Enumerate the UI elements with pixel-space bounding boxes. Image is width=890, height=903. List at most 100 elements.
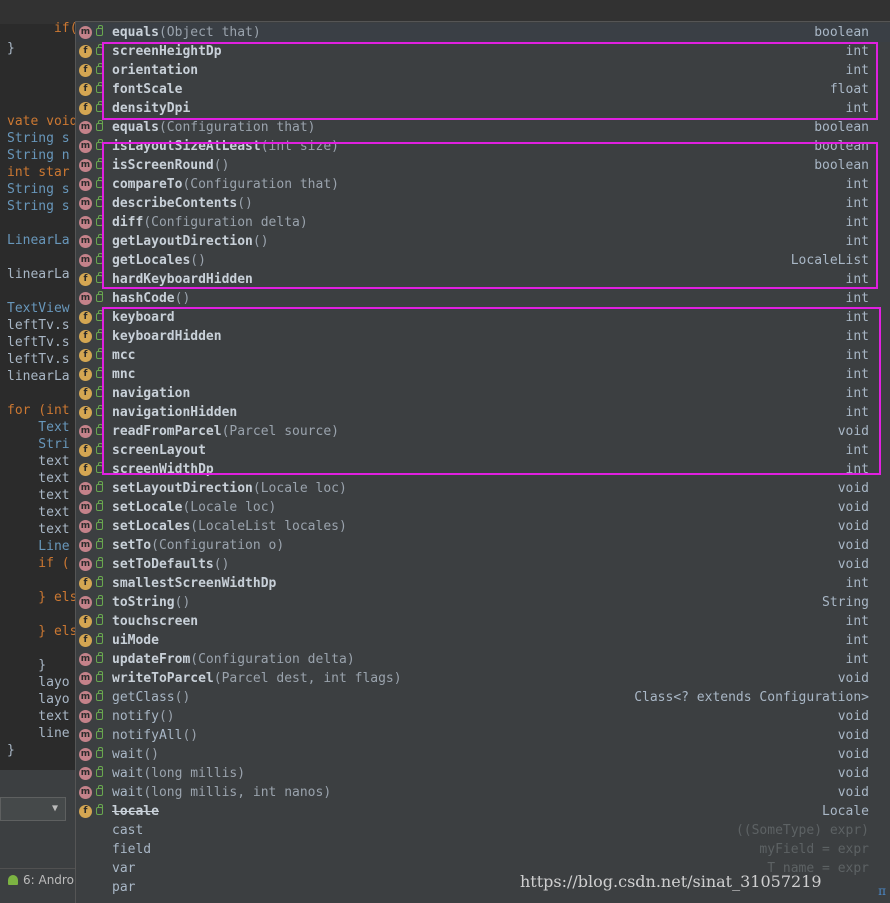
completion-item[interactable]: f mcc int bbox=[76, 346, 890, 365]
return-type: int bbox=[845, 405, 869, 420]
member-name: mcc bbox=[112, 348, 136, 363]
completion-item[interactable]: m wait(long millis) void bbox=[76, 764, 890, 783]
method-icon: m bbox=[79, 501, 92, 514]
member-args: () bbox=[174, 690, 191, 705]
completion-item[interactable]: m notify() void bbox=[76, 707, 890, 726]
completion-name: describeContents() bbox=[112, 194, 253, 213]
completion-item[interactable]: m equals(Configuration that) boolean bbox=[76, 118, 890, 137]
completion-item[interactable]: m readFromParcel(Parcel source) void bbox=[76, 422, 890, 441]
completion-item[interactable]: f screenWidthDp int bbox=[76, 460, 890, 479]
if-keyword: if( bbox=[53, 21, 78, 36]
completion-item[interactable]: m compareTo(Configuration that) int bbox=[76, 175, 890, 194]
member-name: getClass bbox=[112, 690, 175, 705]
member-name: toString bbox=[112, 595, 175, 610]
completion-item[interactable]: m isScreenRound() boolean bbox=[76, 156, 890, 175]
method-icon: m bbox=[79, 653, 92, 666]
code-line: text bbox=[7, 505, 70, 520]
method-icon: m bbox=[79, 672, 92, 685]
member-args: (long millis, int nanos) bbox=[143, 785, 332, 800]
completion-item[interactable]: f densityDpi int bbox=[76, 99, 890, 118]
member-name: var bbox=[112, 861, 136, 876]
completion-name: keyboardHidden bbox=[112, 327, 222, 346]
public-lock-icon bbox=[96, 120, 103, 131]
completion-item[interactable]: m setLocales(LocaleList locales) void bbox=[76, 517, 890, 536]
completion-item[interactable]: m getLocales() LocaleList bbox=[76, 251, 890, 270]
member-name: cast bbox=[112, 823, 144, 838]
completion-item[interactable]: m equals(Object that) boolean bbox=[76, 23, 890, 42]
completion-item[interactable]: field myField = expr bbox=[76, 840, 890, 859]
completion-item[interactable]: m isLayoutSizeAtLeast(int size) boolean bbox=[76, 137, 890, 156]
member-name: touchscreen bbox=[112, 614, 199, 629]
completion-name: hardKeyboardHidden bbox=[112, 270, 253, 289]
code-line: } bbox=[7, 41, 15, 56]
completion-item[interactable]: m writeToParcel(Parcel dest, int flags) vo… bbox=[76, 669, 890, 688]
completion-item[interactable]: f screenHeightDp int bbox=[76, 42, 890, 61]
completion-item[interactable]: m updateFrom(Configuration delta) int bbox=[76, 650, 890, 669]
completion-item[interactable]: f navigation int bbox=[76, 384, 890, 403]
return-type: int bbox=[845, 348, 869, 363]
member-name: describeContents bbox=[112, 196, 238, 211]
public-lock-icon bbox=[96, 272, 103, 283]
completion-item[interactable]: m wait(long millis, int nanos) void bbox=[76, 783, 890, 802]
return-type: boolean bbox=[814, 25, 869, 40]
completion-item[interactable]: m diff(Configuration delta) int bbox=[76, 213, 890, 232]
member-name: notify bbox=[112, 709, 159, 724]
return-type: int bbox=[845, 63, 869, 78]
public-lock-icon bbox=[96, 310, 103, 321]
completion-name: setLocales(LocaleList locales) bbox=[112, 517, 347, 536]
completion-name: wait(long millis, int nanos) bbox=[112, 783, 331, 802]
completion-item[interactable]: m setToDefaults() void bbox=[76, 555, 890, 574]
completion-item[interactable]: m describeContents() int bbox=[76, 194, 890, 213]
completion-popup[interactable]: m equals(Object that) boolean f screenHeight… bbox=[75, 21, 890, 903]
completion-item[interactable]: f hardKeyboardHidden int bbox=[76, 270, 890, 289]
completion-item[interactable]: f touchscreen int bbox=[76, 612, 890, 631]
completion-item[interactable]: m getLayoutDirection() int bbox=[76, 232, 890, 251]
return-type: int bbox=[845, 177, 869, 192]
public-lock-icon bbox=[96, 329, 103, 340]
completion-item[interactable]: m hashCode() int bbox=[76, 289, 890, 308]
return-type: void bbox=[837, 424, 869, 439]
completion-item[interactable]: f locale Locale bbox=[76, 802, 890, 821]
method-icon: m bbox=[79, 178, 92, 191]
field-icon: f bbox=[79, 45, 92, 58]
completion-item[interactable]: f orientation int bbox=[76, 61, 890, 80]
return-type: int bbox=[845, 310, 869, 325]
completion-item[interactable]: m toString() String bbox=[76, 593, 890, 612]
code-line: } bbox=[7, 743, 15, 758]
public-lock-icon bbox=[96, 443, 103, 454]
chevron-down-icon[interactable]: ▼ bbox=[48, 801, 62, 817]
android-tool-window-tab[interactable]: 6: Androi bbox=[0, 868, 80, 890]
completion-item[interactable]: f smallestScreenWidthDp int bbox=[76, 574, 890, 593]
member-args: (Parcel dest, int flags) bbox=[213, 671, 402, 686]
completion-item[interactable]: f keyboard int bbox=[76, 308, 890, 327]
completion-item[interactable]: m getClass() Class<? extends Configuration… bbox=[76, 688, 890, 707]
completion-item[interactable]: m setTo(Configuration o) void bbox=[76, 536, 890, 555]
method-icon: m bbox=[79, 216, 92, 229]
member-name: getLayoutDirection bbox=[112, 234, 253, 249]
completion-item[interactable]: m setLocale(Locale loc) void bbox=[76, 498, 890, 517]
completion-item[interactable]: f keyboardHidden int bbox=[76, 327, 890, 346]
completion-name: setToDefaults() bbox=[112, 555, 229, 574]
completion-item[interactable]: f navigationHidden int bbox=[76, 403, 890, 422]
completion-item[interactable]: cast ((SomeType) expr) bbox=[76, 821, 890, 840]
tool-window-label: 6: Androi bbox=[23, 873, 78, 887]
completion-name: screenLayout bbox=[112, 441, 206, 460]
return-type: int bbox=[845, 215, 869, 230]
completion-item[interactable]: f fontScale float bbox=[76, 80, 890, 99]
field-icon: f bbox=[79, 406, 92, 419]
completion-name: fontScale bbox=[112, 80, 182, 99]
method-icon: m bbox=[79, 254, 92, 267]
completion-item[interactable]: f mnc int bbox=[76, 365, 890, 384]
completion-item[interactable]: m wait() void bbox=[76, 745, 890, 764]
completion-item[interactable]: m notifyAll() void bbox=[76, 726, 890, 745]
device-combo[interactable]: ▼ bbox=[0, 797, 66, 821]
public-lock-icon bbox=[96, 253, 103, 264]
completion-item[interactable]: f screenLayout int bbox=[76, 441, 890, 460]
completion-item[interactable]: m setLayoutDirection(Locale loc) void bbox=[76, 479, 890, 498]
completion-item[interactable]: f uiMode int bbox=[76, 631, 890, 650]
public-lock-icon bbox=[96, 82, 103, 93]
completion-name: diff(Configuration delta) bbox=[112, 213, 308, 232]
field-icon: f bbox=[79, 368, 92, 381]
public-lock-icon bbox=[96, 234, 103, 245]
return-type: Locale bbox=[822, 804, 869, 819]
